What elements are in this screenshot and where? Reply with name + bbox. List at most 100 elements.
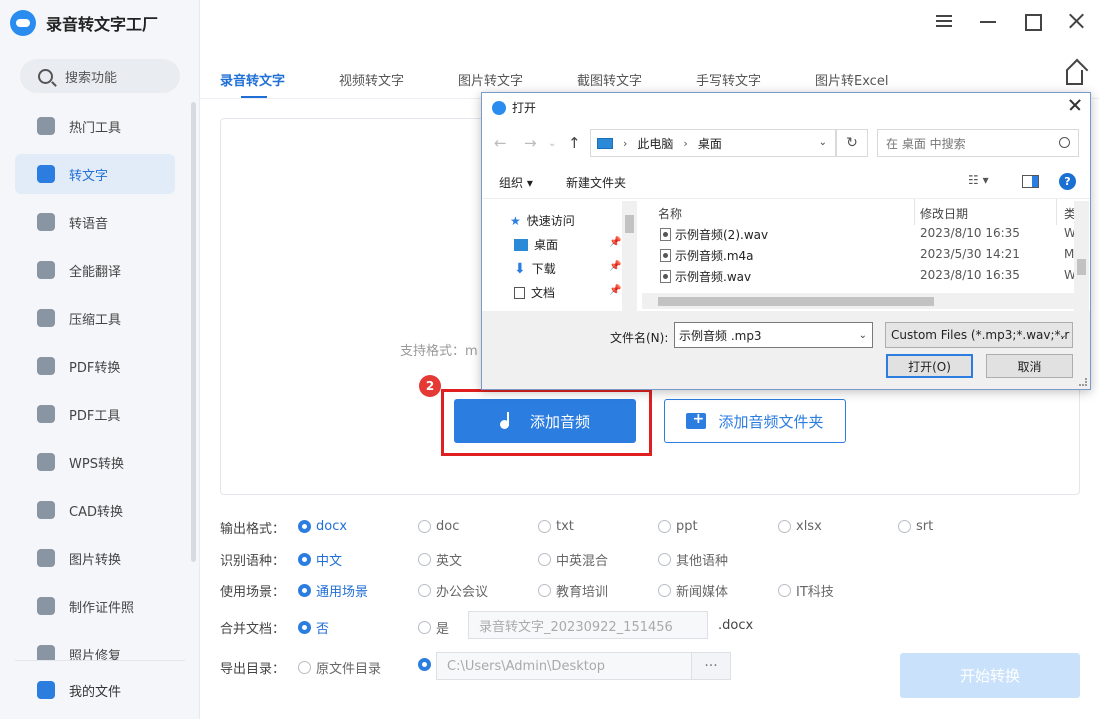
file-row[interactable]: 示例音频.wav [660, 268, 751, 285]
my-files-button[interactable]: 我的文件 [15, 660, 185, 719]
export-row: 导出目录： [220, 658, 294, 677]
start-convert-button[interactable]: 开始转换 [900, 653, 1080, 698]
sidebar-item-pdf-convert[interactable]: PDF转换 [15, 346, 175, 386]
sidebar-item-image[interactable]: 图片转换 [15, 538, 175, 578]
add-audio-button[interactable]: 添加音频 [454, 399, 636, 443]
tree-item-downloads[interactable]: ⬇ 下载 [514, 260, 556, 277]
sidebar-item-translate[interactable]: 全能翻译 [15, 250, 175, 290]
radio-merge-no[interactable]: 否 [298, 618, 329, 637]
radio-circle [298, 584, 311, 597]
radio-format-doc[interactable]: doc [418, 519, 459, 534]
sidebar-item-to-text[interactable]: 转文字 [15, 154, 175, 194]
sidebar-item-hot-tools[interactable]: 热门工具 [15, 106, 175, 146]
back-arrow-icon[interactable]: ← [494, 134, 507, 152]
filename-input[interactable]: 示例音频 .mp3 ⌄ [674, 322, 873, 348]
wps-icon [37, 453, 55, 471]
search-function[interactable]: 搜索功能 [20, 59, 180, 93]
address-bar[interactable]: › 此电脑 › 桌面 ⌄ [590, 129, 836, 157]
tree-item-documents[interactable]: 文档 [514, 284, 555, 301]
scroll-thumb[interactable] [1077, 259, 1086, 275]
close-icon[interactable] [1067, 12, 1085, 30]
sidebar-item-wps[interactable]: WPS转换 [15, 442, 175, 482]
resize-grip[interactable] [1079, 378, 1087, 386]
radio-export-custom[interactable] [418, 658, 431, 671]
file-row[interactable]: 示例音频(2).wav [660, 226, 768, 243]
home-icon[interactable] [1066, 70, 1083, 85]
sidebar-item-label: 热门工具 [69, 120, 122, 136]
column-name[interactable]: 名称 [658, 205, 682, 222]
radio-lang-mixed[interactable]: 中英混合 [538, 550, 608, 569]
scroll-thumb[interactable] [658, 297, 934, 306]
sidebar-item-pdf-tools[interactable]: PDF工具 [15, 394, 175, 434]
column-date[interactable]: 修改日期 [920, 205, 968, 222]
scroll-thumb[interactable] [625, 215, 634, 233]
file-row[interactable]: 示例音频.m4a [660, 247, 754, 264]
cancel-button[interactable]: 取消 [986, 354, 1073, 378]
recent-dropdown-icon[interactable]: ⌄ [548, 138, 556, 149]
path-segment-pc[interactable]: 此电脑 [637, 135, 673, 152]
radio-lang-other[interactable]: 其他语种 [658, 550, 728, 569]
tab-video-to-text[interactable]: 视频转文字 [339, 70, 458, 99]
sidebar-item-to-voice[interactable]: 转语音 [15, 202, 175, 242]
merge-row: 合并文档： [220, 618, 294, 637]
chevron-down-icon[interactable]: ⌄ [819, 137, 827, 148]
path-segment-desktop[interactable]: 桌面 [698, 135, 722, 152]
merge-filename-input[interactable]: 录音转文字_20230922_151456 [468, 611, 708, 639]
file-list-hscrollbar[interactable] [642, 293, 1074, 309]
radio-lang-english[interactable]: 英文 [418, 550, 462, 569]
up-arrow-icon[interactable]: ↑ [568, 134, 581, 152]
open-button[interactable]: 打开(O) [886, 354, 973, 378]
cad-icon [37, 501, 55, 519]
new-folder-button[interactable]: 新建文件夹 [566, 174, 626, 191]
radio-scene-general[interactable]: 通用场景 [298, 581, 368, 600]
sidebar-item-label: 全能翻译 [69, 264, 122, 280]
sidebar-item-id-photo[interactable]: 制作证件照 [15, 586, 175, 626]
radio-scene-meeting[interactable]: 办公会议 [418, 581, 488, 600]
radio-scene-education[interactable]: 教育培训 [538, 581, 608, 600]
forward-arrow-icon[interactable]: → [524, 134, 537, 152]
organize-button[interactable]: 组织 ▾ [499, 174, 533, 191]
radio-format-xlsx[interactable]: xlsx [778, 519, 822, 534]
radio-label: 办公会议 [436, 585, 489, 600]
chevron-down-icon[interactable]: ⌄ [859, 330, 867, 341]
preview-pane-icon[interactable] [1022, 175, 1039, 188]
help-icon[interactable]: ? [1059, 173, 1076, 190]
sidebar-item-cad[interactable]: CAD转换 [15, 490, 175, 530]
menu-icon[interactable] [935, 12, 953, 30]
minimize-icon[interactable] [979, 12, 997, 30]
radio-format-srt[interactable]: srt [898, 519, 933, 534]
sidebar-item-compress[interactable]: 压缩工具 [15, 298, 175, 338]
file-type-filter[interactable]: Custom Files (*.mp3;*.wav;*.r ⌄ [885, 322, 1073, 348]
radio-merge-yes[interactable]: 是 [418, 618, 449, 637]
dialog-close-icon[interactable] [1068, 97, 1084, 113]
add-audio-folder-button[interactable]: 添加音频文件夹 [664, 399, 846, 443]
file-type: M [1064, 247, 1075, 261]
radio-circle [778, 584, 791, 597]
radio-format-txt[interactable]: txt [538, 519, 574, 534]
dialog-search-input[interactable]: 在 桌面 中搜索 [877, 129, 1079, 157]
tree-scrollbar[interactable] [622, 201, 637, 311]
view-options-icon[interactable]: ☷ ▾ [968, 173, 989, 187]
radio-scene-it[interactable]: IT科技 [778, 581, 834, 600]
radio-format-docx[interactable]: docx [298, 519, 347, 534]
radio-label: 其他语种 [676, 554, 729, 569]
radio-scene-news[interactable]: 新闻媒体 [658, 581, 728, 600]
tree-label: 桌面 [534, 238, 559, 252]
radio-format-ppt[interactable]: ppt [658, 519, 698, 534]
radio-label: 通用场景 [316, 585, 369, 600]
file-list-scrollbar[interactable] [1074, 201, 1089, 311]
browse-button[interactable]: ··· [691, 652, 731, 680]
tab-audio-to-text[interactable]: 录音转文字 [220, 70, 339, 99]
search-icon [38, 68, 53, 84]
tree-item-quick-access[interactable]: ★ 快速访问 [510, 212, 575, 229]
refresh-button[interactable]: ↻ [836, 129, 868, 157]
add-folder-label: 添加音频文件夹 [718, 412, 824, 431]
tree-label: 下载 [531, 262, 556, 276]
export-path-input[interactable]: C:\Users\Admin\Desktop [436, 652, 692, 680]
sidebar-scrollbar[interactable] [191, 102, 196, 562]
maximize-icon[interactable] [1023, 12, 1042, 31]
tree-item-desktop[interactable]: 桌面 [514, 236, 558, 253]
radio-lang-chinese[interactable]: 中文 [298, 550, 342, 569]
sidebar-item-label: 转语音 [69, 216, 109, 232]
radio-export-original[interactable]: 原文件目录 [298, 658, 381, 677]
